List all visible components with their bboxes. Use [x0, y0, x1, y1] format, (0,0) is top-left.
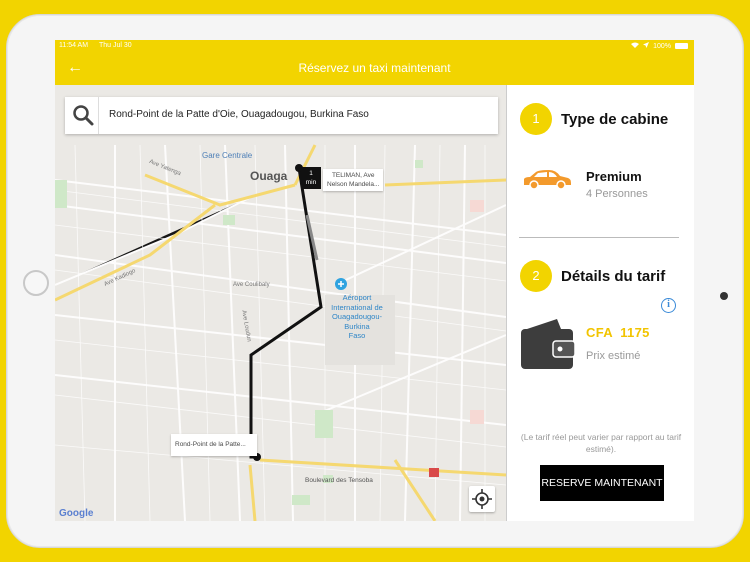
fare-disclaimer: (Le tarif réel peut varier par rapport a… [520, 432, 682, 454]
home-button[interactable] [23, 270, 49, 296]
status-bar: 11:54 AM Thu Jul 30 100% [55, 40, 694, 52]
car-icon [521, 169, 573, 196]
top-nav-bar: ← Réservez un taxi maintenant [55, 52, 694, 85]
cab-name[interactable]: Premium [586, 169, 642, 184]
gare-label: Gare Centrale [202, 151, 253, 160]
location-arrow-icon [643, 42, 650, 50]
cab-capacity: 4 Personnes [586, 188, 648, 200]
info-icon[interactable]: i [661, 298, 676, 313]
airport-label: Aéroport International de Ouagadougou-Bu… [331, 293, 383, 340]
booking-panel: 1 Type de cabine Premium 4 Personnes 2 D… [506, 85, 694, 521]
wallet-icon [519, 317, 576, 378]
google-logo: Google [59, 508, 94, 519]
fare-price: CFA 1175 [586, 325, 650, 340]
street-label: Ave Coulibaly [233, 282, 270, 288]
wifi-icon [631, 42, 640, 50]
page-title: Réservez un taxi maintenant [298, 61, 451, 75]
section-divider [519, 237, 679, 238]
origin-label: Rond-Point de la Patte... [171, 434, 257, 456]
search-icon[interactable] [65, 97, 99, 134]
status-time: 11:54 AM [59, 42, 89, 49]
camera-lens [720, 292, 728, 300]
status-date: Thu Jul 30 [99, 42, 132, 49]
battery-icon [675, 43, 688, 49]
section-title-fare: Détails du tarif [561, 268, 666, 285]
map-view[interactable]: Rond-Point de la Patte d'Oie, Ouagadougo… [55, 85, 506, 521]
crosshair-icon[interactable] [469, 486, 495, 512]
search-bar[interactable]: Rond-Point de la Patte d'Oie, Ouagadougo… [65, 97, 498, 134]
street-label: Boulevard des Tensoba [305, 477, 373, 484]
city-label: Ouaga [250, 169, 288, 183]
step-badge: 2 [520, 260, 552, 292]
section-title-cabin: Type de cabine [561, 111, 669, 128]
reserve-now-button[interactable]: RESERVE MAINTENANT [540, 465, 664, 501]
map-canvas [55, 85, 506, 521]
step-badge: 1 [520, 103, 552, 135]
search-input[interactable]: Rond-Point de la Patte d'Oie, Ouagadougo… [109, 109, 369, 120]
app-screen: 11:54 AM Thu Jul 30 100% ← Réservez un t… [55, 40, 694, 521]
destination-label: TELIMAN, Ave Nelson Mandela... [323, 169, 384, 191]
fare-label: Prix estimé [586, 350, 641, 362]
eta-marker: 1 min [301, 167, 321, 189]
battery-percent: 100% [653, 42, 671, 50]
